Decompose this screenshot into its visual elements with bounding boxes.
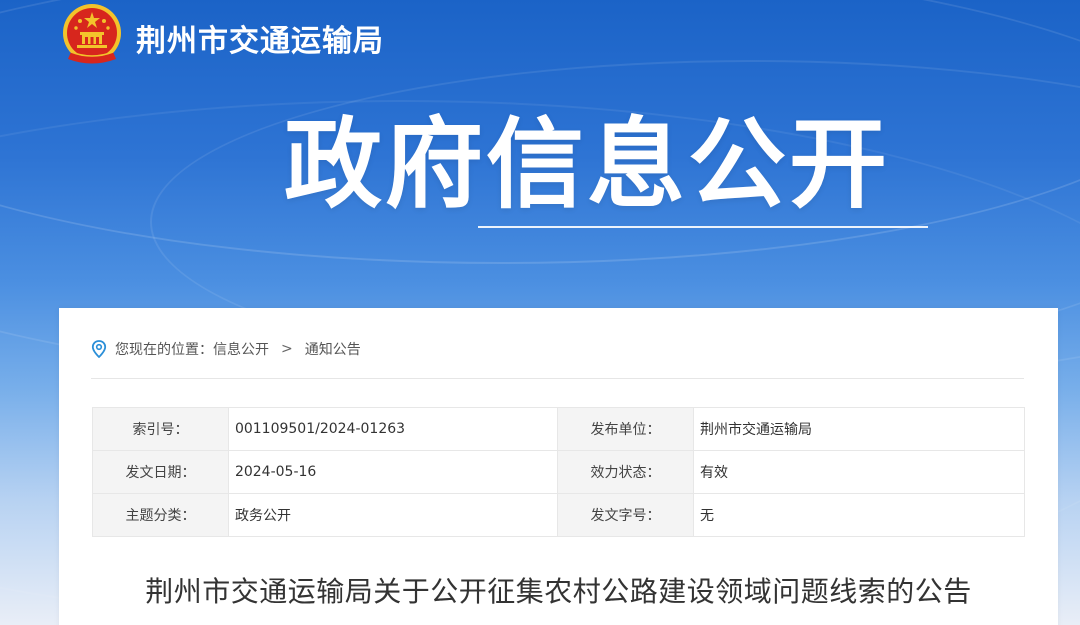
table-row: 索引号： 001109501/2024-01263 发布单位： 荆州市交通运输局 <box>92 407 1026 451</box>
location-pin-icon <box>91 340 107 358</box>
meta-label-index: 索引号： <box>92 407 229 451</box>
meta-value-doc-number: 无 <box>692 493 1026 537</box>
breadcrumb-separator: > <box>281 341 293 357</box>
hero-title: 政府信息公开 <box>284 108 891 222</box>
meta-value-topic: 政务公开 <box>227 493 559 537</box>
breadcrumb-prefix: 您现在的位置： <box>115 342 213 358</box>
breadcrumb-divider <box>91 378 1024 379</box>
meta-label-publisher: 发布单位： <box>557 407 694 451</box>
meta-label-doc-number: 发文字号： <box>557 493 694 537</box>
content-card: 您现在的位置： 信息公开 > 通知公告 索引号： 001109501/2024-… <box>59 308 1058 625</box>
breadcrumb-item-info-disclosure[interactable]: 信息公开 <box>213 339 269 359</box>
meta-value-publisher: 荆州市交通运输局 <box>692 407 1026 451</box>
meta-label-validity: 效力状态： <box>557 450 694 494</box>
article-title: 荆州市交通运输局关于公开征集农村公路建设领域问题线索的公告 <box>145 575 972 608</box>
meta-value-issue-date: 2024-05-16 <box>227 450 559 494</box>
hero-underline <box>478 226 928 228</box>
breadcrumb: 您现在的位置： 信息公开 > 通知公告 <box>91 338 361 360</box>
page: 荆州市交通运输局 政府信息公开 您现在的位置： 信息公开 > 通知公告 索引号：… <box>0 0 1080 625</box>
meta-value-validity: 有效 <box>692 450 1026 494</box>
table-row: 发文日期： 2024-05-16 效力状态： 有效 <box>92 450 1026 494</box>
document-meta-table: 索引号： 001109501/2024-01263 发布单位： 荆州市交通运输局… <box>92 407 1026 537</box>
table-row: 主题分类： 政务公开 发文字号： 无 <box>92 493 1026 537</box>
meta-label-topic: 主题分类： <box>92 493 229 537</box>
site-title[interactable]: 荆州市交通运输局 <box>136 16 384 60</box>
meta-value-index: 001109501/2024-01263 <box>227 407 559 451</box>
meta-label-issue-date: 发文日期： <box>92 450 229 494</box>
breadcrumb-item-notice[interactable]: 通知公告 <box>305 339 361 359</box>
national-emblem-icon <box>63 4 121 64</box>
